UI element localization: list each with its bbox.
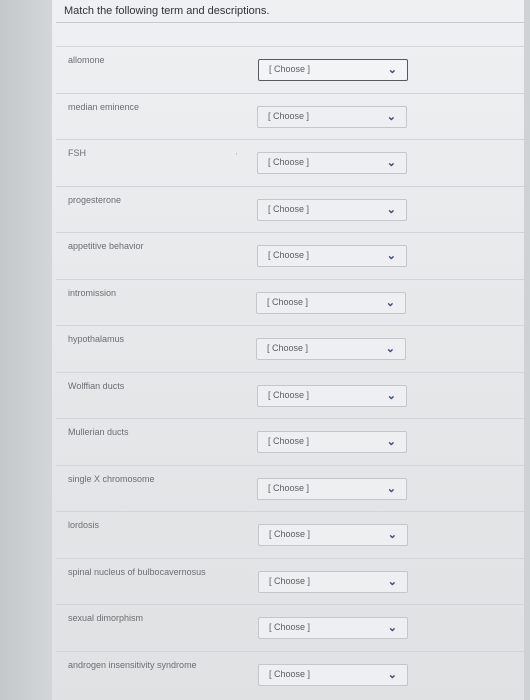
select-value: [ Choose ] [267,296,309,307]
chevron-down-icon: ⌄ [386,110,396,123]
answer-select[interactable]: [ Choose ] ⌄ [258,524,408,546]
term-label: hypothalamus [68,334,125,344]
answer-select[interactable]: [ Choose ] ⌄ [258,570,408,593]
select-value: [ Choose ] [268,110,310,121]
answer-select[interactable]: [ Choose ] ⌄ [257,152,407,174]
chevron-down-icon: ⌄ [385,296,395,309]
term-label: lordosis [68,520,100,530]
term-label: allomone [68,55,105,65]
chevron-down-icon: ⌄ [387,575,397,588]
answer-select[interactable]: [ Choose ] ⌄ [257,477,407,500]
question-title: Match the following term and description… [64,5,270,17]
select-value: [ Choose ] [267,343,309,353]
page-edge [0,0,52,700]
select-value: [ Choose ] [269,622,311,632]
select-value: [ Choose ] [268,203,310,214]
chevron-down-icon: ⌄ [387,668,397,681]
term-label: FSH [68,148,86,158]
term-label: median eminence [68,101,140,112]
chevron-down-icon: ⌄ [386,157,396,169]
chevron-down-icon: ⌄ [387,529,397,541]
chevron-down-icon: ⌄ [386,203,396,216]
answer-select[interactable]: [ Choose ] ⌄ [257,384,407,407]
select-value: [ Choose ] [269,529,311,539]
chevron-down-icon: ⌄ [386,389,396,402]
answer-select[interactable]: [ Choose ] ⌄ [257,431,407,453]
chevron-down-icon: ⌄ [386,482,396,495]
divider [56,22,524,23]
select-value: [ Choose ] [269,668,311,679]
select-value: [ Choose ] [268,482,310,493]
select-value: [ Choose ] [268,157,310,167]
term-label: androgen insensitivity syndrome [68,659,197,670]
answer-select[interactable]: [ Choose ] ⌄ [257,245,407,267]
term-label: sexual dimorphism [68,613,144,623]
chevron-down-icon: ⌄ [387,622,397,634]
term-label: intromission [68,287,117,298]
answer-select[interactable]: [ Choose ] ⌄ [258,663,408,686]
term-label: single X chromosome [68,473,155,484]
term-label: Mullerian ducts [68,427,129,437]
answer-select[interactable]: [ Choose ] ⌄ [256,338,406,360]
chevron-down-icon: ⌄ [387,64,397,76]
chevron-down-icon: ⌄ [386,250,396,262]
answer-select[interactable]: [ Choose ] ⌄ [256,291,406,314]
chevron-down-icon: ⌄ [386,436,396,448]
answer-select[interactable]: [ Choose ] ⌄ [257,198,407,221]
term-label: Wolffian ducts [68,380,125,391]
answer-select[interactable]: [ Choose ] ⌄ [258,59,408,81]
select-value: [ Choose ] [268,436,310,446]
select-value: [ Choose ] [268,250,310,260]
term-label: appetitive behavior [68,241,144,251]
select-value: [ Choose ] [269,575,311,586]
answer-select[interactable]: [ Choose ] ⌄ [257,105,407,128]
term-label: spinal nucleus of bulbocavernosus [68,566,206,577]
answer-select[interactable]: [ Choose ] ⌄ [258,617,408,639]
select-value: [ Choose ] [269,64,311,74]
chevron-down-icon: ⌄ [385,343,395,355]
select-value: [ Choose ] [268,389,310,400]
term-label: progesterone [68,194,122,205]
